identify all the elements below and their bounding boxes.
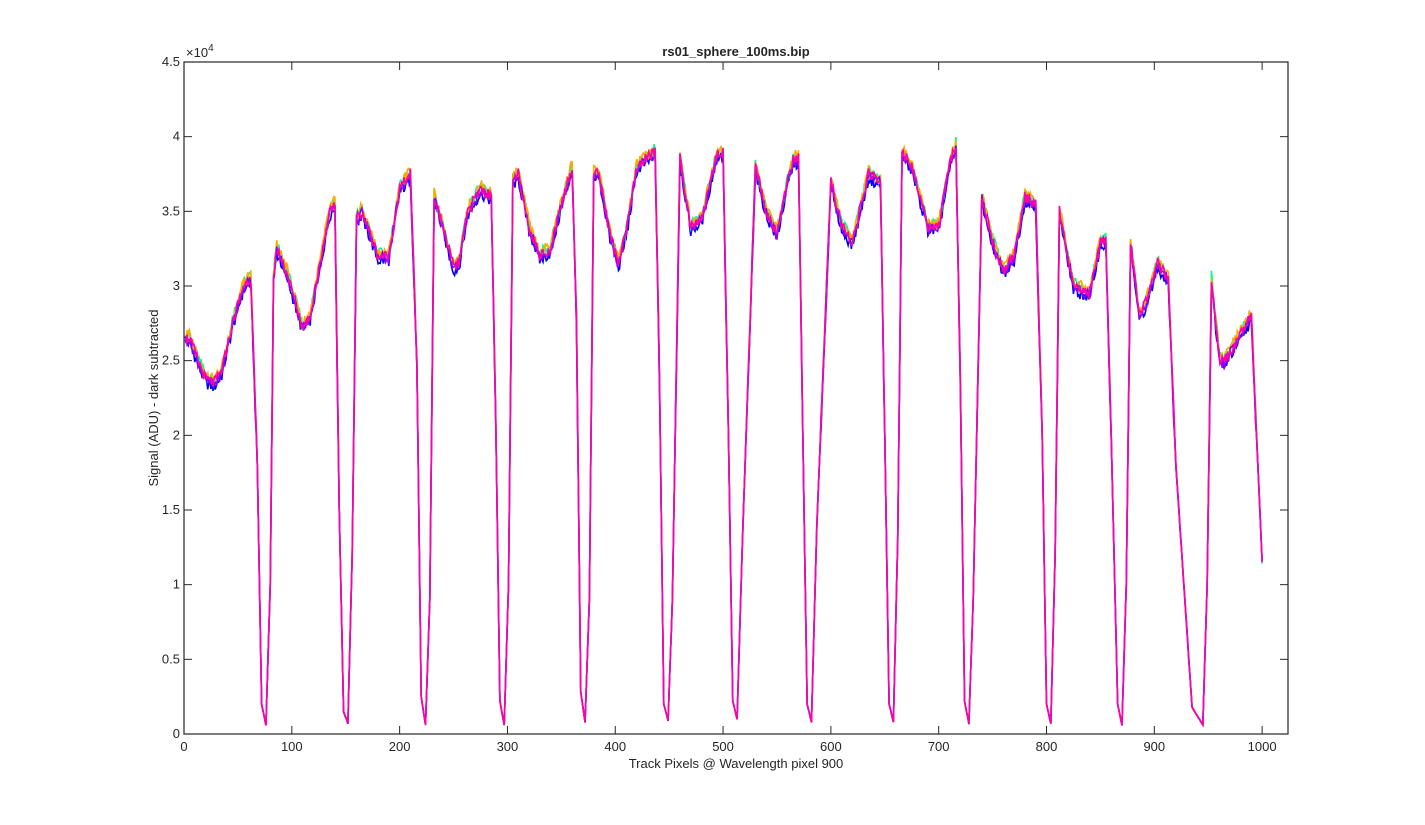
y-tick-label: 0.5 [162,651,180,666]
x-axis-title: Track Pixels @ Wavelength pixel 900 [629,756,844,771]
y-exponent-base: ×10 [186,45,208,60]
y-tick-label: 2.5 [162,353,180,368]
x-tick-label: 700 [928,739,950,754]
y-tick-label: 4.5 [162,54,180,69]
series-group [184,137,1263,728]
y-tick-label: 1 [173,577,180,592]
x-tick-label: 500 [712,739,734,754]
y-axis-title: Signal (ADU) - dark subtracted [146,309,161,486]
y-tick-label: 2 [173,427,180,442]
x-tick-label: 800 [1036,739,1058,754]
x-tick-label: 400 [604,739,626,754]
line-chart: rs01_sphere_100ms.bip ×104 0 100 200 300 400… [146,43,1289,771]
y-axis: 0 0.5 1 1.5 2 2.5 3 3.5 4 4.5 [162,54,1288,741]
series-line-3 [184,140,1263,728]
y-tick-label: 3.5 [162,203,180,218]
x-tick-label: 0 [180,739,187,754]
x-tick-label: 100 [281,739,303,754]
series-line-4 [184,145,1263,728]
x-tick-label: 900 [1143,739,1165,754]
x-tick-label: 200 [389,739,411,754]
series-line-5 [184,147,1263,728]
y-tick-label: 4 [173,129,180,144]
y-tick-label: 0 [173,726,180,741]
series-line-1 [184,147,1263,728]
chart-title: rs01_sphere_100ms.bip [662,44,809,59]
y-tick-label: 1.5 [162,502,180,517]
y-tick-label: 3 [173,278,180,293]
y-exponent-power: 4 [208,43,214,54]
x-tick-label: 1000 [1248,739,1277,754]
x-tick-label: 600 [820,739,842,754]
x-tick-label: 300 [497,739,519,754]
y-axis-exponent: ×104 [186,43,214,60]
